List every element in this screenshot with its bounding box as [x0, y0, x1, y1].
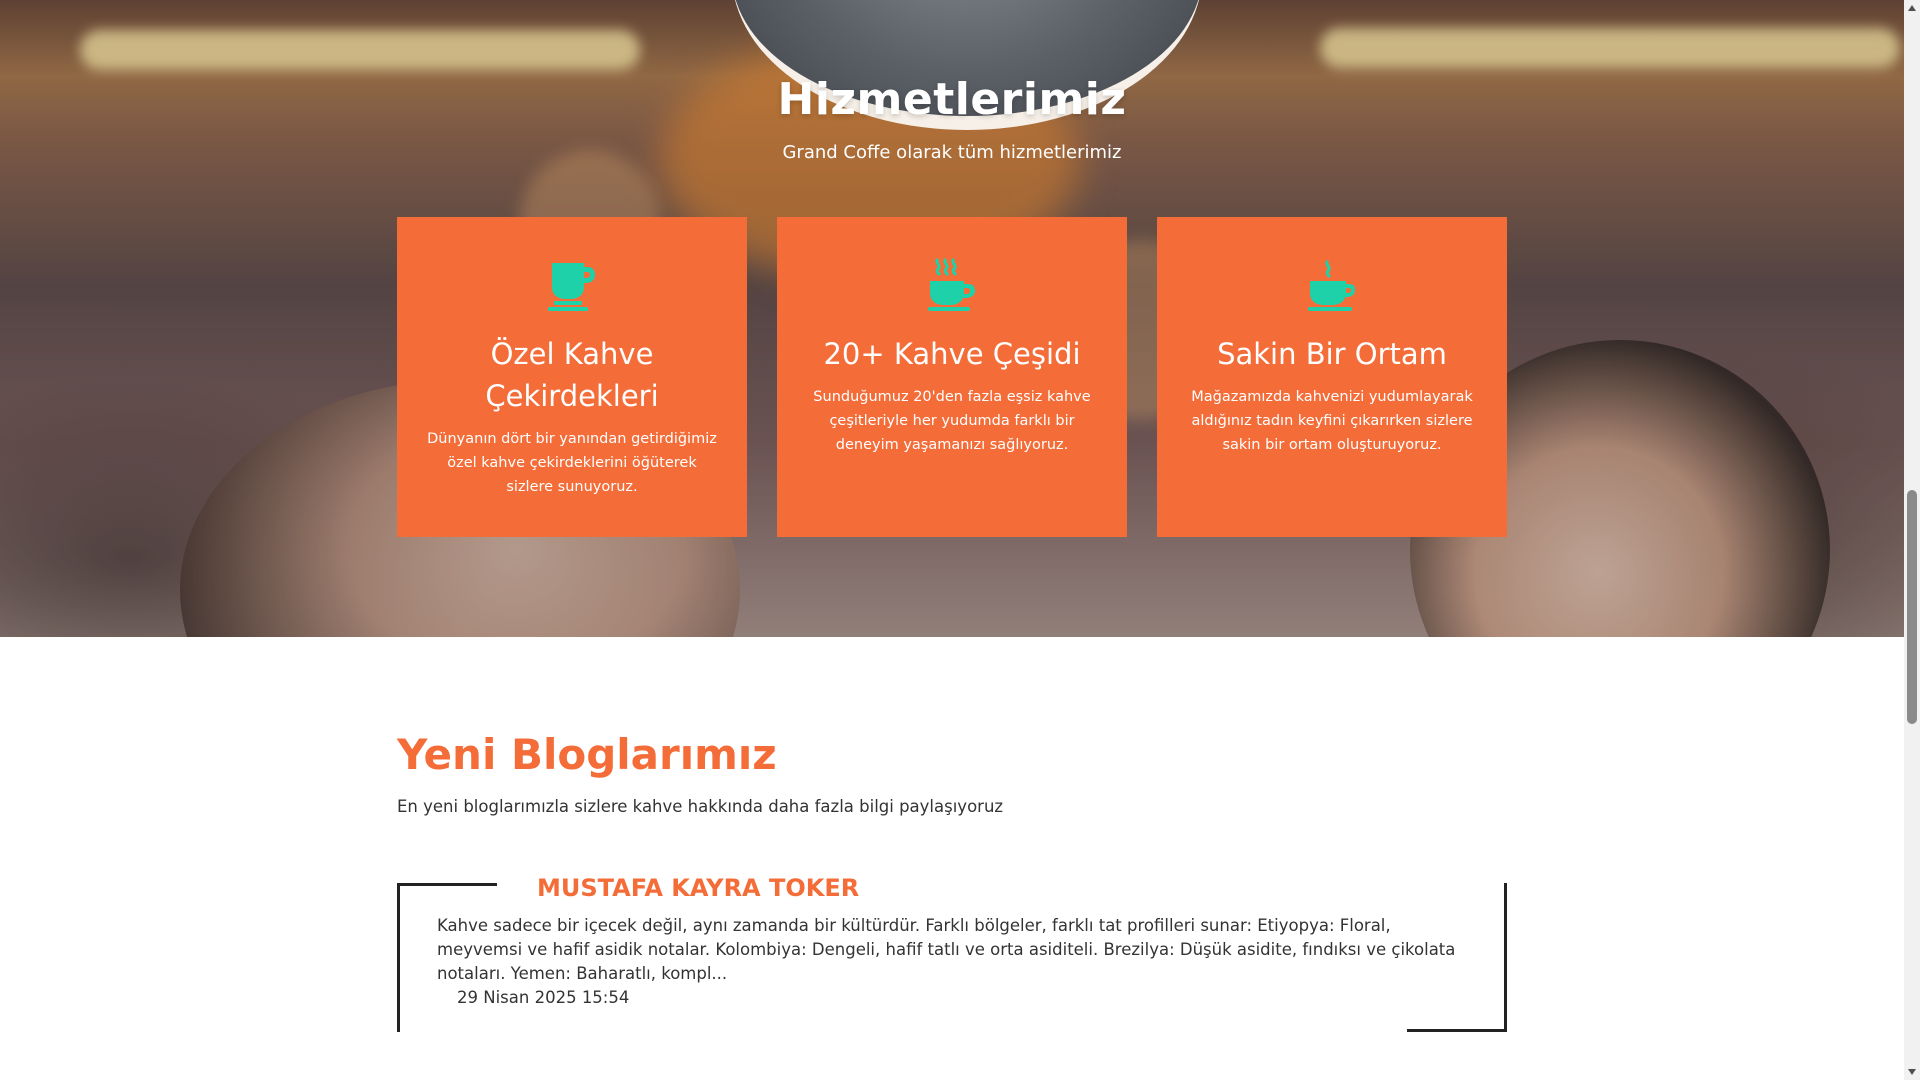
- blog-post-author[interactable]: MUSTAFA KAYRA TOKER: [537, 874, 859, 902]
- scroll-down-arrow-icon[interactable]: [1908, 1069, 1916, 1075]
- service-card-text: Sunduğumuz 20'den fazla eşsiz kahve çeşi…: [813, 389, 1091, 453]
- services-cards: Özel Kahve Çekirdekleri Dünyanın dört bi…: [397, 217, 1507, 537]
- blog-post-date: 29 Nisan 2025 15:54: [457, 988, 630, 1007]
- blog-post-excerpt: Kahve sadece bir içecek değil, aynı zama…: [437, 916, 1456, 983]
- service-card-title: Sakin Bir Ortam: [1217, 337, 1447, 371]
- services-subtitle: Grand Coffe olarak tüm hizmetlerimiz: [782, 142, 1122, 163]
- service-card-text: Dünyanın dört bir yanından getirdiğimiz …: [427, 431, 717, 495]
- page-scrollbar[interactable]: [1904, 0, 1920, 1080]
- service-card: Özel Kahve Çekirdekleri Dünyanın dört bi…: [397, 217, 747, 537]
- steaming-cup-icon: [1185, 255, 1479, 311]
- blog-post-card[interactable]: MUSTAFA KAYRA TOKER Kahve sadece bir içe…: [397, 874, 1507, 1032]
- services-title: Hizmetlerimiz: [777, 74, 1127, 125]
- blog-section-title: Yeni Bloglarımız: [397, 730, 777, 779]
- services-hero-section: Hizmetlerimiz Grand Coffe olarak tüm hiz…: [0, 0, 1904, 637]
- scroll-up-arrow-icon[interactable]: [1908, 5, 1916, 11]
- service-card: Sakin Bir Ortam Mağazamızda kahvenizi yu…: [1157, 217, 1507, 537]
- hot-coffee-cup-icon: [805, 255, 1099, 311]
- scrollbar-thumb[interactable]: [1907, 490, 1917, 724]
- service-card-text: Mağazamızda kahvenizi yudumlayarak aldığ…: [1191, 389, 1473, 453]
- service-card-title: 20+ Kahve Çeşidi: [823, 337, 1081, 371]
- service-card-title: Özel Kahve Çekirdekleri: [485, 337, 659, 413]
- blog-section-subtitle: En yeni bloglarımızla sizlere kahve hakk…: [397, 797, 1004, 816]
- service-card: 20+ Kahve Çeşidi Sunduğumuz 20'den fazla…: [777, 217, 1127, 537]
- coffee-mug-icon: [425, 255, 719, 311]
